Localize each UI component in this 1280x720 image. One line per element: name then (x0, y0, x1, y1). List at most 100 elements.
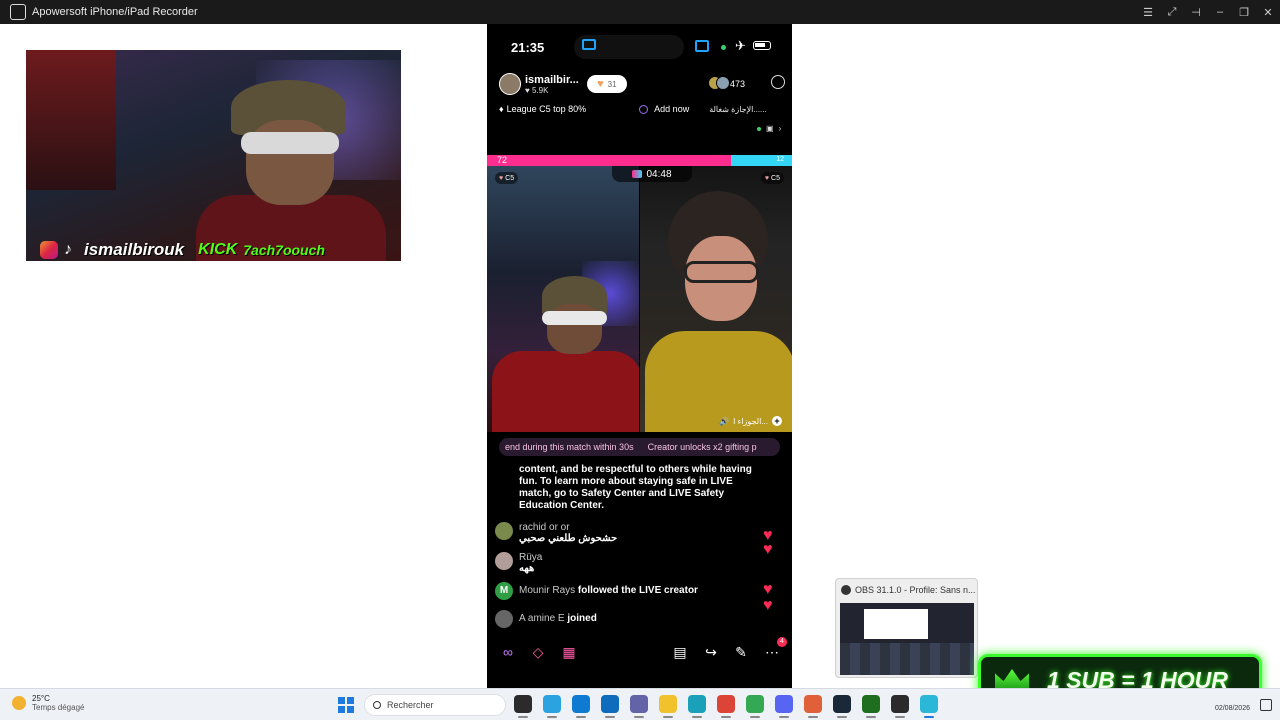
running-indicator (518, 716, 528, 718)
running-indicator (605, 716, 615, 718)
speaker-icon: 🔊 (719, 416, 730, 426)
heart-icon: ♥ (597, 78, 604, 90)
obs-preview-title: OBS 31.1.0 - Profile: Sans n... (855, 585, 976, 595)
opponent-glasses (684, 261, 759, 283)
chat-username: rachid or or (519, 522, 570, 533)
host-body (492, 351, 639, 432)
chrome-icon[interactable] (717, 695, 735, 718)
user-avatar[interactable] (495, 552, 513, 570)
score-left: 72 (497, 155, 508, 165)
running-indicator (837, 716, 847, 718)
user-avatar[interactable] (495, 522, 513, 540)
calculator-icon[interactable] (572, 695, 590, 718)
heart-icon: ♥ (763, 597, 773, 614)
taskbar-apps (514, 695, 938, 718)
social-handle: ismailbirouk (84, 240, 185, 259)
host-avatar[interactable] (499, 73, 521, 95)
chrome-profile-icon[interactable] (746, 695, 764, 718)
match-icon (632, 170, 643, 178)
host-name: ismailbir... (525, 73, 579, 86)
favorite-button[interactable]: ♥ 31 (586, 75, 627, 93)
heart-icon: ♥ (525, 85, 530, 95)
opponent-label[interactable]: 🔊 الجوزاء ا... + (719, 416, 782, 426)
heart-icon: ♥ (763, 581, 773, 598)
chat-message[interactable]: Rüya ههه (495, 552, 765, 574)
camera-icon[interactable]: ▣ (766, 124, 774, 133)
chrome-alt-icon[interactable] (804, 695, 822, 718)
start-button[interactable] (338, 697, 354, 713)
running-indicator (895, 716, 905, 718)
viewer-count[interactable]: 473 (708, 74, 745, 94)
league-bar[interactable]: ♦ League C5 top 80% Add now الإجازة شغال… (499, 102, 784, 116)
discord-icon[interactable] (775, 695, 793, 718)
list-icon[interactable]: ☰ (1136, 0, 1160, 24)
pin-icon[interactable]: ⊣ (1184, 0, 1208, 24)
ticker-item: Creator unlocks x2 gifting p (647, 442, 757, 452)
windows-taskbar: 25°C Temps dégagé Rechercher 02/08/2026 (0, 688, 1280, 720)
close-icon[interactable]: ✕ (1256, 0, 1280, 24)
background-shirts (26, 50, 116, 190)
weather-widget[interactable]: 25°C Temps dégagé (12, 694, 84, 712)
kick-name: 7ach7oouch (243, 242, 325, 258)
minimize-icon[interactable]: – (1208, 0, 1232, 24)
edit-icon[interactable]: ✎ (731, 642, 751, 662)
streamer (176, 80, 386, 261)
match-score-bar: 72 12 (487, 155, 792, 166)
telegram-icon[interactable] (543, 695, 561, 718)
tiktok-icon: ♪ (64, 241, 72, 258)
taskbar-search[interactable]: Rechercher (364, 694, 506, 716)
host-likes: 5.9K (531, 85, 549, 95)
add-icon (639, 104, 649, 114)
user-avatar[interactable]: M (495, 582, 513, 600)
folder-icon[interactable] (659, 695, 677, 718)
steam-icon[interactable] (833, 695, 851, 718)
chat-username: A amine E (519, 613, 565, 624)
league-tag-right: ♥ C5 (760, 172, 784, 184)
host-video[interactable] (487, 166, 639, 432)
announcement-ticker: end during this match within 30s Creator… (499, 438, 780, 456)
taskbar-date: 02/08/2026 (1214, 705, 1250, 712)
opponent-video[interactable] (640, 166, 792, 432)
heart-icon: ♥ (764, 174, 770, 182)
running-indicator (924, 716, 934, 718)
close-live-icon[interactable] (771, 75, 785, 89)
obs-window-preview[interactable]: OBS 31.1.0 - Profile: Sans n... (835, 578, 978, 678)
camera-indicator-dot (721, 45, 726, 50)
chat-message[interactable]: rachid or or حشحوش طلعني صحبي (495, 522, 765, 544)
teams-icon[interactable] (630, 695, 648, 718)
obs-thumbnail[interactable] (840, 603, 974, 675)
host-info[interactable]: ismailbir... ♥ 5.9K ♥ 31 (499, 70, 627, 98)
file-explorer-icon[interactable] (514, 695, 532, 718)
chat-message[interactable]: M Mounir Rays followed the LIVE creator (495, 582, 765, 600)
arabic-caption: الإجازة شغالة...... (709, 104, 767, 114)
chevron-right-icon[interactable]: › (779, 124, 782, 133)
running-indicator (576, 716, 586, 718)
window-titlebar: Apowersoft iPhone/iPad Recorder ☰ ⤢ ⊣ – … (0, 0, 1280, 24)
follow-plus-icon[interactable]: + (772, 416, 782, 426)
recorder-icon[interactable] (920, 695, 938, 718)
score-right: 12 (776, 156, 784, 163)
diamond-icon: ♦ (499, 104, 504, 114)
user-avatar[interactable] (495, 610, 513, 628)
live-chat: content, and be respectful to others whi… (495, 464, 765, 628)
restore-icon[interactable]: ❐ (1232, 0, 1256, 24)
webcam-feed: ♪ ismailbirouk KICK 7ach7oouch (26, 50, 401, 261)
apps-grid-icon[interactable]: ▦ (559, 642, 579, 662)
match-icon[interactable]: ◇ (528, 642, 548, 662)
window-title: Apowersoft iPhone/iPad Recorder (32, 6, 198, 18)
share-icon[interactable]: ↪ (701, 642, 721, 662)
add-now-button[interactable]: Add now (654, 104, 689, 114)
obs-icon[interactable] (891, 695, 909, 718)
edge-icon[interactable] (688, 695, 706, 718)
league-tag-left: ♥ C5 (495, 172, 519, 184)
online-dot-icon (757, 126, 761, 131)
streaming-app-icon[interactable] (862, 695, 880, 718)
outlook-icon[interactable] (601, 695, 619, 718)
clip-icon[interactable]: ▤ (670, 642, 690, 662)
loop-icon[interactable]: ∞ (498, 642, 518, 662)
chat-message[interactable]: A amine E joined (495, 610, 765, 628)
viewer-avatar (716, 76, 730, 90)
search-placeholder: Rechercher (387, 700, 434, 710)
notification-icon[interactable] (1260, 699, 1272, 711)
expand-icon[interactable]: ⤢ (1160, 0, 1184, 24)
